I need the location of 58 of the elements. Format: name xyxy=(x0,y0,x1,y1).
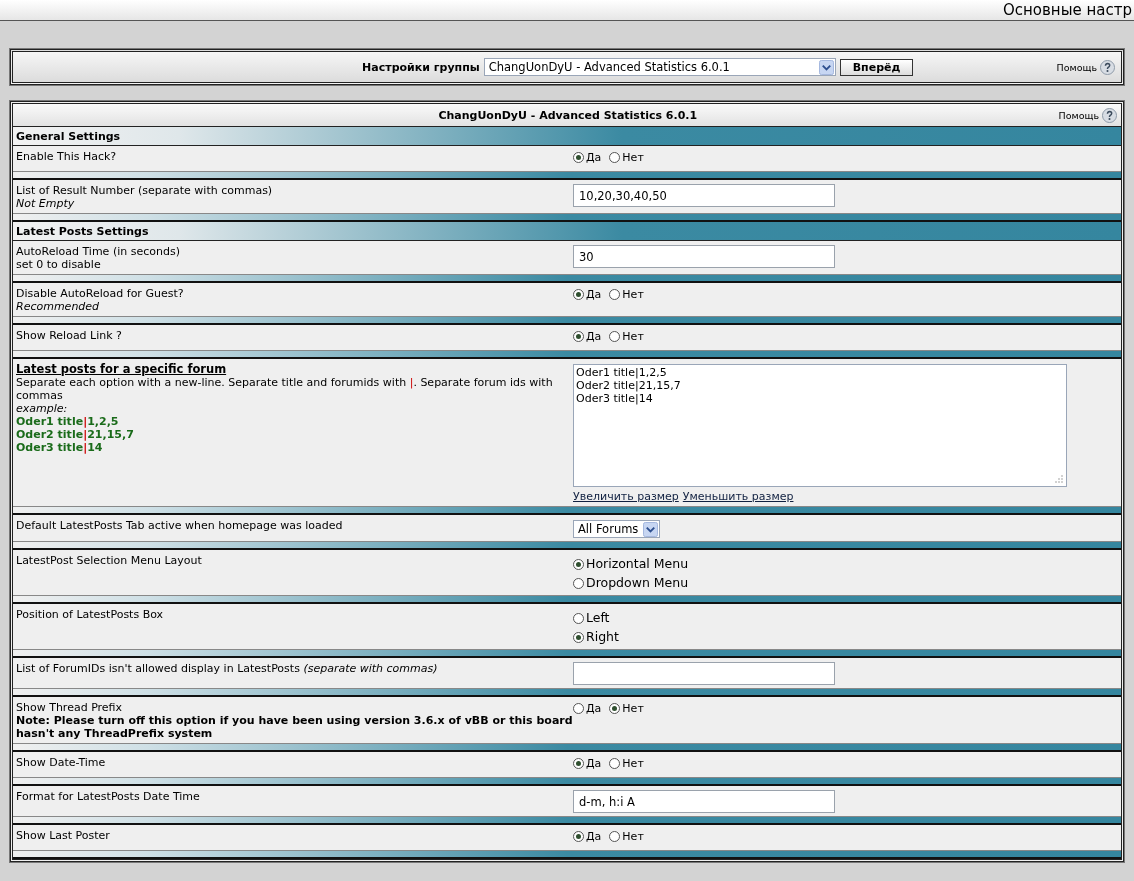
setting-hint: Not Empty xyxy=(16,197,76,210)
setting-hint: Recommended xyxy=(16,300,101,313)
text-field[interactable]: d-m, h:i A xyxy=(573,790,835,813)
radio-option[interactable]: Да xyxy=(573,757,602,770)
radio-option[interactable]: Да xyxy=(573,830,602,843)
setting-label: Disable AutoReload for Guest? xyxy=(16,287,185,300)
radio-option[interactable]: Нет xyxy=(609,830,644,843)
group-select[interactable]: ChangUonDyU - Advanced Statistics 6.0.1 xyxy=(483,58,836,76)
section-title: General Settings xyxy=(16,129,121,143)
radio-option[interactable]: Нет xyxy=(609,151,644,164)
setting-label: Show Thread Prefix xyxy=(16,701,124,714)
help-link[interactable]: Помощь xyxy=(1056,61,1097,73)
panel-title: ChangUonDyU - Advanced Statistics 6.0.1 xyxy=(437,108,699,122)
setting-label: set 0 to disable xyxy=(16,258,102,271)
radio-option[interactable]: Left xyxy=(573,609,1121,627)
radio-option[interactable]: Dropdown Menu xyxy=(573,574,1121,592)
text-field[interactable]: 30 xyxy=(573,245,835,268)
resize-grip-icon[interactable] xyxy=(1055,475,1063,483)
setting-label: LatestPost Selection Menu Layout xyxy=(16,554,203,567)
help-icon[interactable] xyxy=(1102,107,1117,123)
radio-option[interactable]: Нет xyxy=(609,757,644,770)
radio-option[interactable]: Нет xyxy=(609,288,644,301)
text-field[interactable]: 10,20,30,40,50 xyxy=(573,184,835,207)
setting-label: Default LatestPosts Tab active when homepage was loaded xyxy=(16,519,344,532)
radio-option[interactable]: Right xyxy=(573,628,1121,646)
setting-label: List of Result Number (separate with commas) xyxy=(16,184,274,197)
setting-label: Show Date-Time xyxy=(16,756,107,769)
radio-option[interactable]: Да xyxy=(573,702,602,715)
group-label: Настройки группы xyxy=(362,60,480,74)
resize-link[interactable]: Уменьшить размер xyxy=(682,490,794,503)
radio-option[interactable]: Да xyxy=(573,330,602,343)
example-line: Oder2 title|21,15,7 xyxy=(16,428,135,441)
text-field[interactable] xyxy=(573,662,835,685)
radio-option[interactable]: Нет xyxy=(609,330,644,343)
radio-option[interactable]: Да xyxy=(573,288,602,301)
text-area[interactable]: Oder1 title|1,2,5 Oder2 title|21,15,7 Oder3 title|14 xyxy=(573,364,1067,487)
setting-title: Latest posts for a specific forum xyxy=(16,363,228,376)
setting-label: Show Reload Link ? xyxy=(16,329,123,342)
setting-label: Show Last Poster xyxy=(16,829,111,842)
radio-option[interactable]: Нет xyxy=(609,702,644,715)
example-line: Oder1 title|1,2,5 xyxy=(16,415,120,428)
help-link[interactable]: Помощь xyxy=(1058,109,1099,121)
go-button[interactable]: Вперёд xyxy=(839,58,914,76)
setting-label: Format for LatestPosts Date Time xyxy=(16,790,201,803)
setting-label: AutoReload Time (in seconds) xyxy=(16,245,181,258)
resize-link[interactable]: Увеличить размер xyxy=(573,490,679,503)
help-icon[interactable] xyxy=(1100,59,1115,75)
radio-option[interactable]: Horizontal Menu xyxy=(573,555,1121,573)
radio-option[interactable]: Да xyxy=(573,151,602,164)
forum-select[interactable]: All Forums xyxy=(573,520,660,538)
setting-hint: example: xyxy=(16,402,69,415)
setting-note: Note: Please turn off this option if you have been using version 3.6.x of vBB or this board hasn't any ThreadPrefix system xyxy=(16,714,573,740)
setting-label: Position of LatestPosts Box xyxy=(16,608,165,621)
section-title: Latest Posts Settings xyxy=(16,224,149,238)
setting-label: List of ForumIDs isn't allowed display in LatestPosts (separate with commas) xyxy=(16,662,439,675)
page-title: Основные настр xyxy=(1002,1,1133,19)
example-line: Oder3 title|14 xyxy=(16,441,104,454)
setting-label: Enable This Hack? xyxy=(16,150,118,163)
